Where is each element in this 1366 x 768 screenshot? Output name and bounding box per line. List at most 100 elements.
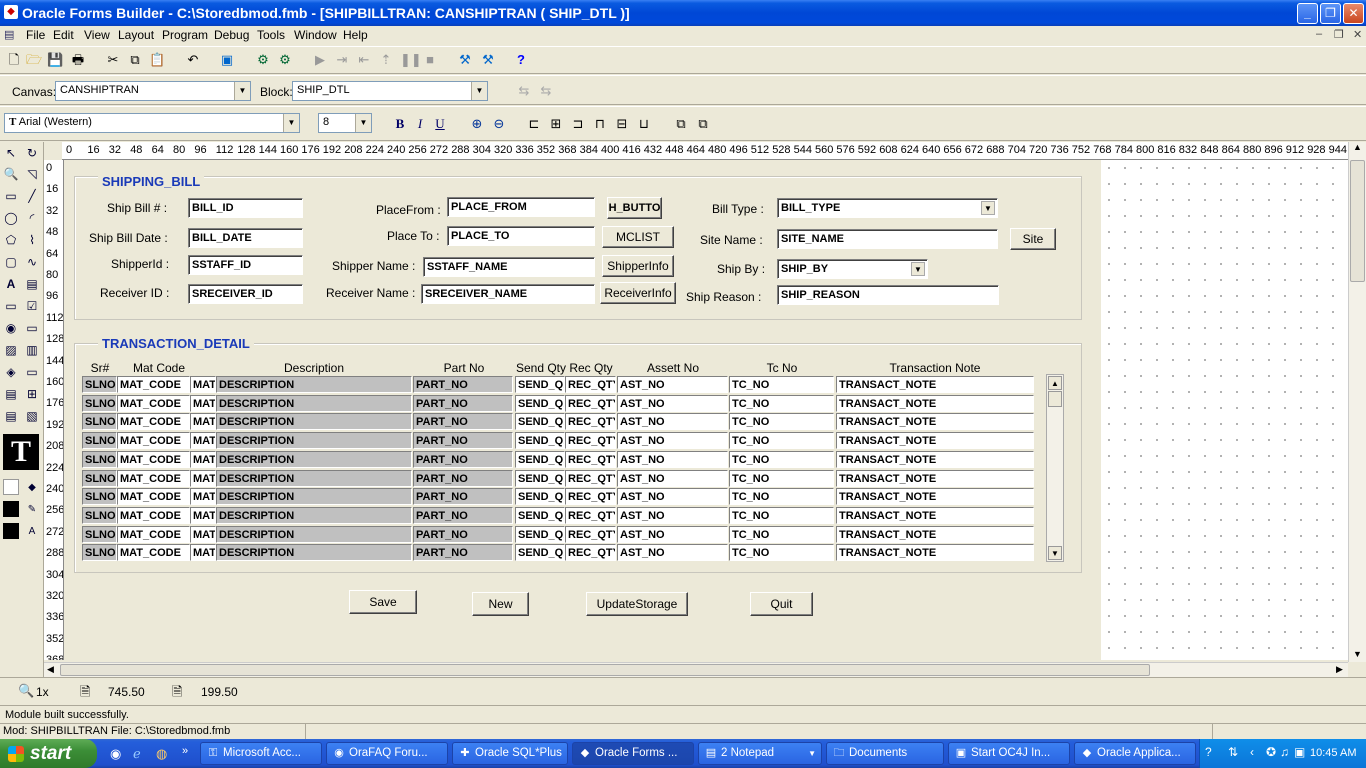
cell-tc-no[interactable]: TC_NO	[729, 394, 834, 412]
scroll-down-icon[interactable]: ▼	[1353, 649, 1362, 659]
chrome-icon[interactable]: ◉	[110, 746, 121, 762]
site-button[interactable]: Site	[1010, 228, 1056, 250]
send-back-icon[interactable]: ⧉	[695, 116, 711, 132]
cell-mat-code[interactable]: MAT_CODE	[117, 376, 190, 393]
align-left-icon[interactable]: ⊏	[526, 116, 542, 132]
fill-color-icon[interactable]: ◆	[23, 479, 41, 497]
list-tool-icon[interactable]: ▤	[2, 385, 20, 403]
chart-tool-icon[interactable]: ▥	[23, 341, 41, 359]
task-oc4j[interactable]: ▣ Start OC4J In...	[948, 742, 1070, 765]
cell-ast-no[interactable]: AST_NO	[617, 432, 728, 450]
menu-program[interactable]: Program	[162, 28, 208, 42]
cell-mat[interactable]: MAT	[190, 488, 216, 506]
freehand-tool-icon[interactable]: ∿	[23, 253, 41, 271]
cell-part-no[interactable]: PART_NO	[413, 450, 513, 468]
cell-send-qty[interactable]: SEND_Q1	[515, 394, 565, 412]
cell-transact-note[interactable]: TRANSACT_NOTE	[836, 394, 1034, 412]
quit-button[interactable]: Quit	[750, 592, 813, 616]
debug-form-icon[interactable]: ⚙	[277, 52, 293, 68]
task-documents[interactable]: 🗀 Documents	[826, 742, 944, 765]
mdi-close-icon[interactable]: ✕	[1353, 28, 1362, 41]
help-icon[interactable]: ?	[1205, 745, 1212, 759]
title-bar[interactable]: ◆ Oracle Forms Builder - C:\Storedbmod.f…	[0, 0, 1366, 26]
cell-ast-no[interactable]: AST_NO	[617, 394, 728, 412]
stop-icon[interactable]: ■	[422, 52, 438, 68]
rectangle-tool-icon[interactable]: ▭	[2, 187, 20, 205]
cell-rec-qty[interactable]: REC_QTY	[565, 525, 616, 543]
task-orafaq[interactable]: ◉ OraFAQ Foru...	[326, 742, 448, 765]
cell-slno[interactable]: SLNO	[82, 376, 117, 393]
cell-mat-code[interactable]: MAT_CODE	[117, 544, 190, 562]
cell-slno[interactable]: SLNO	[82, 506, 117, 524]
cell-ast-no[interactable]: AST_NO	[617, 544, 728, 562]
cell-send-qty[interactable]: SEND_Q1	[515, 450, 565, 468]
cell-rec-qty[interactable]: REC_QTY	[565, 506, 616, 524]
cell-transact-note[interactable]: TRANSACT_NOTE	[836, 376, 1034, 393]
button-tool-icon[interactable]: ▭	[2, 297, 20, 315]
vertical-scrollbar[interactable]: ▲ ▼	[1348, 142, 1366, 662]
receiver-id-field[interactable]: SRECEIVER_ID	[188, 284, 303, 304]
volume-icon[interactable]: ♫	[1280, 745, 1289, 759]
text-tool-icon[interactable]: A	[2, 275, 20, 293]
save-button[interactable]: Save	[349, 590, 417, 614]
receiver-name-field[interactable]: SRECEIVER_NAME	[421, 284, 595, 304]
cell-rec-qty[interactable]: REC_QTY	[565, 450, 616, 468]
place-from-field[interactable]: PLACE_FROM	[447, 197, 595, 217]
detail-scroll-thumb[interactable]	[1048, 391, 1062, 407]
bring-front-icon[interactable]: ⧉	[673, 116, 689, 132]
line-color-icon[interactable]: ✎	[23, 501, 41, 519]
cell-send-qty[interactable]: SEND_Q1	[515, 544, 565, 562]
align-middle-icon[interactable]: ⊟	[614, 116, 630, 132]
print-icon[interactable]: 🖶	[70, 52, 86, 68]
task-oracle-forms[interactable]: ◆ Oracle Forms ...	[572, 742, 694, 765]
menu-layout[interactable]: Layout	[118, 28, 154, 42]
paste-icon[interactable]: 📋	[149, 52, 165, 68]
cell-tc-no[interactable]: TC_NO	[729, 469, 834, 487]
cell-send-qty[interactable]: SEND_Q1	[515, 506, 565, 524]
cell-mat-code[interactable]: MAT_CODE	[117, 469, 190, 487]
scroll-up-icon[interactable]: ▲	[1048, 376, 1062, 390]
display-item-tool-icon[interactable]: ▭	[23, 363, 41, 381]
cell-transact-note[interactable]: TRANSACT_NOTE	[836, 525, 1034, 543]
maximize-button[interactable]: ❐	[1320, 3, 1341, 24]
task-notepad[interactable]: ▤ 2 Notepad ▼	[698, 742, 822, 765]
task-oracle-applica[interactable]: ◆ Oracle Applica...	[1074, 742, 1196, 765]
cell-tc-no[interactable]: TC_NO	[729, 450, 834, 468]
doc-icon[interactable]: ▤	[4, 28, 14, 41]
sync-icon[interactable]: ⇆	[516, 83, 532, 99]
cell-send-qty[interactable]: SEND_Q1	[515, 469, 565, 487]
pause-icon[interactable]: ❚❚	[400, 52, 422, 68]
open-folder-icon[interactable]: 🗁	[26, 52, 42, 68]
cell-mat-code[interactable]: MAT_CODE	[117, 413, 190, 431]
bill-date-field[interactable]: BILL_DATE	[188, 228, 303, 248]
cell-mat-code[interactable]: MAT_CODE	[117, 394, 190, 412]
cell-tc-no[interactable]: TC_NO	[729, 376, 834, 393]
cell-mat[interactable]: MAT	[190, 432, 216, 450]
ellipse-tool-icon[interactable]: ◯	[2, 209, 20, 227]
chevron-down-icon[interactable]: ▼	[283, 114, 299, 132]
menu-view[interactable]: View	[84, 28, 110, 42]
horizontal-scrollbar[interactable]: ◀ ▶	[44, 662, 1348, 677]
cell-slno[interactable]: SLNO	[82, 469, 117, 487]
menu-file[interactable]: File	[26, 28, 45, 42]
rotate-tool-icon[interactable]: ↻	[23, 144, 41, 162]
cell-mat-code[interactable]: MAT_CODE	[117, 488, 190, 506]
task-microsoft-access[interactable]: ⚿ Microsoft Acc...	[200, 742, 322, 765]
zoom-in-icon[interactable]: ⊕	[469, 116, 485, 132]
rounded-rect-tool-icon[interactable]: ▢	[2, 253, 20, 271]
display-icon[interactable]: ▣	[1294, 745, 1305, 759]
site-name-field[interactable]: SITE_NAME	[777, 229, 998, 249]
cell-mat-code[interactable]: MAT_CODE	[117, 506, 190, 524]
cell-part-no[interactable]: PART_NO	[413, 506, 513, 524]
cell-transact-note[interactable]: TRANSACT_NOTE	[836, 544, 1034, 562]
cell-rec-qty[interactable]: REC_QTY	[565, 394, 616, 412]
cell-description[interactable]: DESCRIPTION	[216, 432, 412, 450]
close-button[interactable]: ✕	[1343, 3, 1364, 24]
cell-tc-no[interactable]: TC_NO	[729, 525, 834, 543]
undo-icon[interactable]: ↶	[185, 52, 201, 68]
scroll-right-icon[interactable]: ▶	[1336, 664, 1343, 675]
cell-mat[interactable]: MAT	[190, 376, 216, 393]
cell-slno[interactable]: SLNO	[82, 450, 117, 468]
clock[interactable]: 10:45 AM	[1310, 747, 1356, 759]
cell-description[interactable]: DESCRIPTION	[216, 413, 412, 431]
